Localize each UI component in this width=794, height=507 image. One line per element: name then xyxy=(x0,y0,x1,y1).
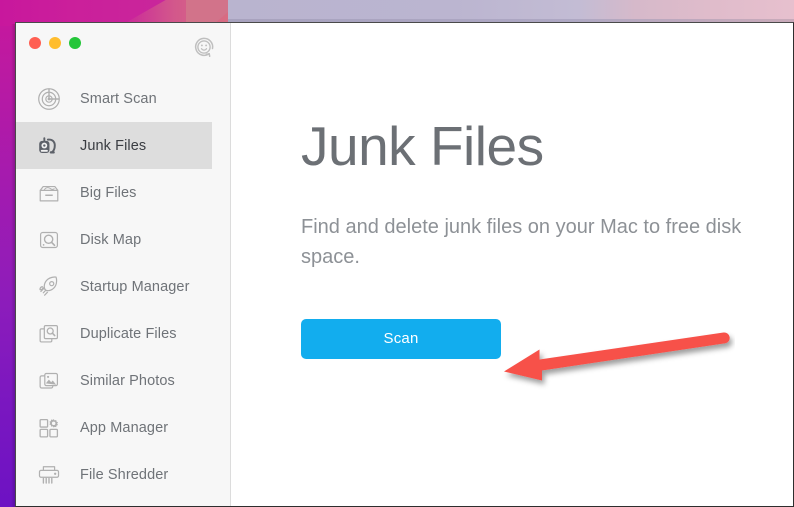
sidebar: Smart Scan Junk Files Big Files Disk Map… xyxy=(16,23,231,506)
sidebar-nav: Smart Scan Junk Files Big Files Disk Map… xyxy=(16,75,230,498)
sidebar-item-startup-manager[interactable]: Startup Manager xyxy=(16,263,230,310)
radar-icon xyxy=(34,84,64,114)
scan-button[interactable]: Scan xyxy=(301,318,501,359)
sidebar-item-label: Duplicate Files xyxy=(80,325,177,342)
sidebar-item-junk-files[interactable]: Junk Files xyxy=(16,122,212,169)
window-titlebar xyxy=(16,23,230,75)
shredder-icon xyxy=(34,460,64,490)
app-window: Smart Scan Junk Files Big Files Disk Map… xyxy=(15,22,794,507)
sidebar-item-label: App Manager xyxy=(80,419,169,436)
sidebar-item-label: Disk Map xyxy=(80,231,142,248)
sidebar-item-label: Smart Scan xyxy=(80,90,157,107)
page-description: Find and delete junk files on your Mac t… xyxy=(301,216,742,269)
sidebar-item-label: Similar Photos xyxy=(80,372,175,389)
sidebar-item-file-shredder[interactable]: File Shredder xyxy=(16,451,230,498)
sidebar-item-disk-map[interactable]: Disk Map xyxy=(16,216,230,263)
sidebar-item-smart-scan[interactable]: Smart Scan xyxy=(16,75,230,122)
sidebar-item-label: Startup Manager xyxy=(80,278,190,295)
page-title: Junk Files xyxy=(301,115,544,177)
photos-icon xyxy=(34,366,64,396)
minimize-button[interactable] xyxy=(49,37,61,49)
close-button[interactable] xyxy=(29,37,41,49)
rocket-icon xyxy=(34,272,64,302)
screen: Smart Scan Junk Files Big Files Disk Map… xyxy=(0,0,794,507)
sidebar-item-label: Big Files xyxy=(80,184,137,201)
traffic-lights xyxy=(29,37,81,49)
sidebar-item-duplicate-files[interactable]: Duplicate Files xyxy=(16,310,230,357)
sidebar-item-app-manager[interactable]: App Manager xyxy=(16,404,230,451)
main-content: Junk Files Find and delete junk files on… xyxy=(231,23,793,506)
vacuum-icon xyxy=(34,131,64,161)
sidebar-item-big-files[interactable]: Big Files xyxy=(16,169,230,216)
zoom-button[interactable] xyxy=(69,37,81,49)
sidebar-item-label: File Shredder xyxy=(80,466,169,483)
sidebar-item-similar-photos[interactable]: Similar Photos xyxy=(16,357,230,404)
storage-box-icon xyxy=(34,178,64,208)
documents-search-icon xyxy=(34,319,64,349)
app-grid-gear-icon xyxy=(34,413,64,443)
sidebar-item-label: Junk Files xyxy=(80,137,147,154)
smiley-support-icon[interactable] xyxy=(192,35,216,59)
disk-search-icon xyxy=(34,225,64,255)
